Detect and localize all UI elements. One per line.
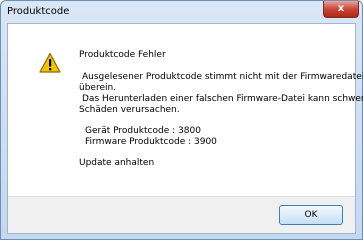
dialog-window: Produktcode x Produktcode Fehler Ausgele… <box>0 0 363 240</box>
close-icon: x <box>337 3 345 14</box>
message-line-2: überein. <box>79 83 117 93</box>
ok-button[interactable]: OK <box>279 205 343 225</box>
message-line-3: Das Herunterladen einer falschen Firmwar… <box>82 94 363 104</box>
message-area: Produktcode Fehler Ausgelesener Produktc… <box>8 24 363 196</box>
dialog-client-area: Produktcode Fehler Ausgelesener Produktc… <box>7 23 363 234</box>
firmware-product-code: Firmware Produktcode : 3900 <box>85 137 217 147</box>
error-heading: Produktcode Fehler <box>79 50 166 60</box>
message-line-4: Schäden verursachen. <box>79 105 180 115</box>
message-line-1: Ausgelesener Produktcode stimmt nicht mi… <box>82 72 363 82</box>
window-title: Produktcode <box>7 6 70 17</box>
close-button[interactable]: x <box>323 1 359 18</box>
action-text: Update anhalten <box>79 158 155 168</box>
title-bar[interactable]: Produktcode x <box>1 1 362 23</box>
warning-icon <box>39 52 61 73</box>
device-product-code: Gerät Produktcode : 3800 <box>85 126 201 136</box>
button-bar: OK <box>8 196 355 233</box>
